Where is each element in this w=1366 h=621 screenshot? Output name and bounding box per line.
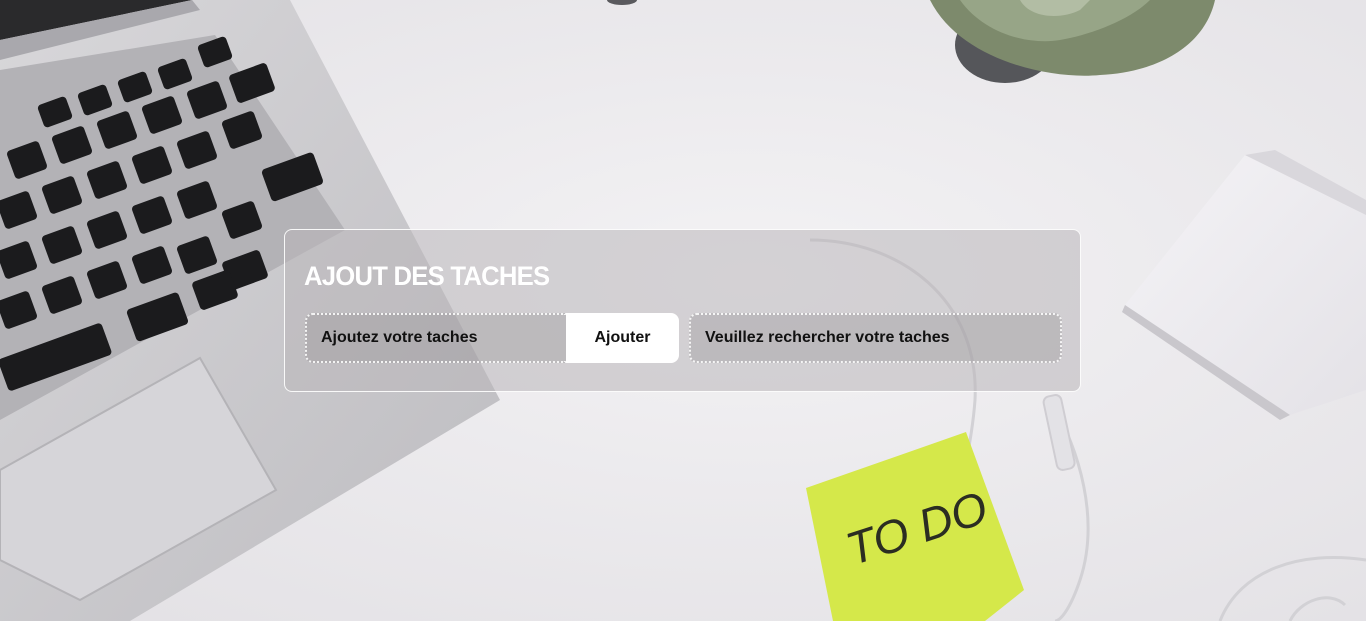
add-task-form: Ajouter — [305, 313, 679, 363]
search-task-input[interactable] — [689, 313, 1062, 363]
task-panel: AJOUT DES TACHES Ajouter — [284, 229, 1081, 392]
add-task-button[interactable]: Ajouter — [566, 313, 679, 363]
panel-title: AJOUT DES TACHES — [304, 261, 550, 291]
add-task-input[interactable] — [305, 313, 566, 363]
